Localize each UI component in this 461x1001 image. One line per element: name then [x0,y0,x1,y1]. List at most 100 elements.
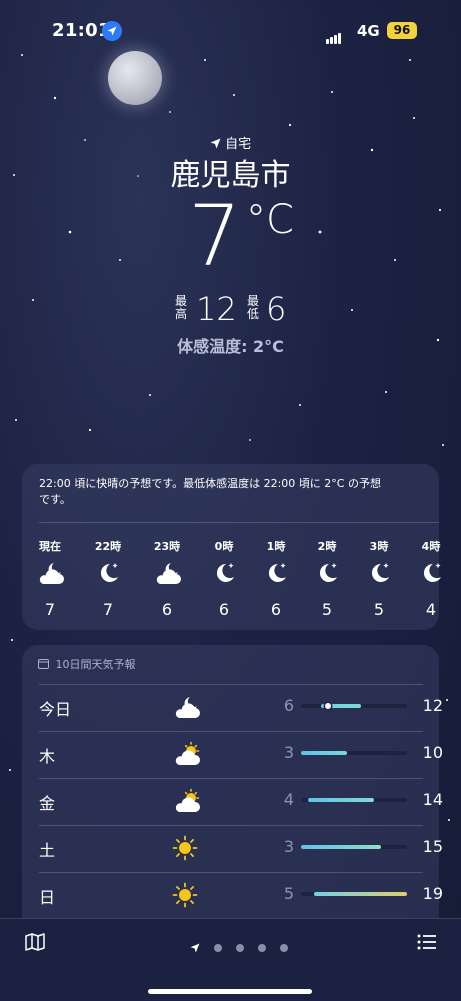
current-temperature: 7 [188,187,242,285]
sun-icon [172,882,198,912]
hour-temperature: 5 [373,600,385,619]
status-bar: 21:01 4G 96 [0,0,461,60]
hourly-forecast-card[interactable]: 22:00 頃に快晴の予想です。最低体感温度は 22:00 頃に 2°C の予想… [22,464,441,630]
temperature-range-bar [301,845,407,849]
partly-cloudy-night-icon [24,560,76,594]
hour-label: 0時 [214,540,234,553]
partly-sunny-icon [172,741,200,771]
daily-title: 10日間天気予報 [38,656,136,672]
page-dot [258,944,267,952]
day-label: 土 [39,841,56,860]
hour-temperature: 5 [321,600,333,619]
low-temperature: 6 [266,290,287,328]
page-dot [214,944,223,952]
hour-label: 1時 [266,540,286,553]
daily-row[interactable]: 日 5 19 [39,872,443,918]
hour-temperature: 6 [218,600,230,619]
sun-icon [172,835,198,865]
low-temperature: 3 [283,743,295,762]
clear-night-icon [250,560,302,594]
hourly-item: 3時 5 [353,538,405,619]
hourly-item: 22時 7 [82,538,134,619]
day-label: 金 [39,794,56,813]
low-temperature: 3 [283,837,295,856]
temperature-range-fill [301,845,381,849]
hour-temperature: 6 [270,600,282,619]
bottom-toolbar [0,918,461,1001]
hourly-item: 2時 5 [301,538,353,619]
low-temperature: 4 [283,790,295,809]
divider [39,778,423,779]
hourly-item: 23時 6 [141,538,193,619]
hour-label: 22時 [94,540,122,553]
calendar-icon [38,658,49,672]
temperature-range-bar [301,798,407,802]
page-dot [236,944,245,952]
list-icon[interactable] [417,934,437,954]
clear-night-icon [405,560,457,594]
temperature-range-bar [301,703,407,709]
clear-night-icon [198,560,250,594]
map-icon[interactable] [25,933,45,955]
high-label: 最高 [174,294,187,321]
high-temperature: 14 [422,790,443,809]
hourly-item: 4時 4 [405,538,457,619]
moon-icon [108,51,162,105]
daily-row[interactable]: 土 3 15 [39,825,443,871]
divider [39,522,439,523]
partly-cloudy-night-icon [141,560,193,594]
divider [39,825,423,826]
temperature-range-fill [301,751,348,755]
hour-label: 現在 [39,540,61,553]
low-temperature: 6 [283,696,295,715]
partly-cloudy-night-icon [172,694,200,724]
low-label: 最低 [246,294,259,321]
divider [39,684,423,685]
hourly-item: 1時 6 [250,538,302,619]
hour-temperature: 4 [425,600,437,619]
hourly-item: 0時 6 [198,538,250,619]
battery-icon: 96 [387,22,417,39]
partly-sunny-icon [172,788,200,818]
daily-row[interactable]: 今日 6 12 [39,684,443,730]
hour-label: 2時 [317,540,337,553]
page-dot [280,944,289,952]
hour-label: 3時 [369,540,389,553]
hourly-summary: 22:00 頃に快晴の予想です。最低体感温度は 22:00 頃に 2°C の予想… [39,477,381,506]
divider [39,731,423,732]
high-temperature: 12 [196,290,237,328]
current-temperature-marker [324,703,331,709]
hour-label: 4時 [421,540,441,553]
hour-temperature: 6 [161,600,173,619]
high-temperature: 12 [422,696,443,715]
day-label: 日 [39,888,56,907]
low-temperature: 5 [283,884,295,903]
page-indicator[interactable] [190,937,289,957]
feels-like: 体感温度: 2°C [177,337,284,356]
hour-temperature: 7 [102,600,114,619]
daily-title-text: 10日間天気予報 [55,658,136,671]
day-label: 木 [39,747,56,766]
clear-night-icon [82,560,134,594]
high-temperature: 19 [422,884,443,903]
hour-temperature: 7 [44,600,56,619]
daily-row[interactable]: 金 4 14 [39,778,443,824]
clear-night-icon [353,560,405,594]
temperature-unit: °C [246,197,294,243]
high-temperature: 10 [422,743,443,762]
divider [39,872,423,873]
daily-row[interactable]: 木 3 10 [39,731,443,777]
location-arrow-icon [102,21,122,41]
high-temperature: 15 [422,837,443,856]
hour-label: 23時 [153,540,181,553]
network-type: 4G [357,22,380,40]
cellular-signal-icon [326,25,342,44]
temperature-range-bar [301,892,408,896]
temperature-range-fill [307,798,374,802]
current-location-indicator-icon [190,938,200,957]
temperature-range-bar [301,751,407,755]
day-label: 今日 [39,700,72,719]
temperature-range-fill [314,892,408,896]
home-indicator[interactable] [148,989,312,994]
daily-forecast-card[interactable]: 10日間天気予報 今日 6 12 木 3 10 金 4 14 土 3 15 日 5 19 [22,645,443,935]
